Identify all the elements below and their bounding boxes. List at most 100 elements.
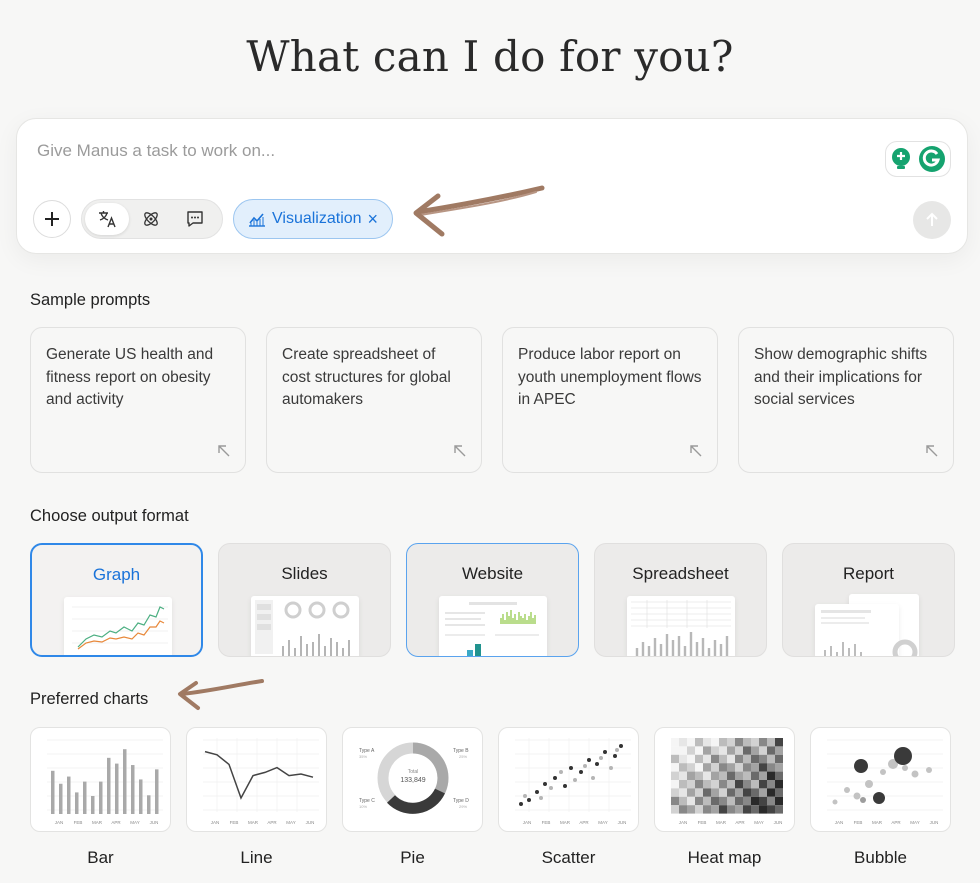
grammarly-icon[interactable] <box>918 145 946 173</box>
heatmap-cell <box>711 805 719 814</box>
pie-total-label: Total <box>408 769 419 775</box>
heatmap-cell <box>743 754 751 764</box>
prompt-text: Create spreadsheet of cost structures fo… <box>282 346 451 408</box>
heatmap-cell <box>695 780 703 789</box>
chart-option-scatter[interactable]: JAN FEB MAR APR MAY JUN Scatter <box>498 727 639 868</box>
chip-close-icon[interactable]: × <box>368 209 379 230</box>
heatmap-cell <box>735 771 743 780</box>
heatmap-cell <box>679 796 687 806</box>
heatmap-chart-preview[interactable]: JAN FEB MAR APR MAY JUN <box>654 727 795 832</box>
arrow-up-left-icon <box>926 445 938 457</box>
prompt-text: Produce labor report on youth unemployme… <box>518 346 702 408</box>
heatmap-cell <box>759 788 767 797</box>
bar-mark <box>107 757 111 814</box>
task-input[interactable]: Give Manus a task to work on... <box>37 141 275 161</box>
lightbulb-icon[interactable] <box>890 147 912 171</box>
prompt-text: Generate US health and fitness report on… <box>46 346 214 408</box>
heatmap-cell <box>759 796 767 806</box>
heatmap-cell <box>719 746 727 755</box>
chart-option-bar[interactable]: JAN FEB MAR APR MAY JUN Bar <box>30 727 171 868</box>
heatmap-cell <box>695 796 703 806</box>
heatmap-cell <box>703 754 711 764</box>
slides-thumbnail <box>251 596 359 656</box>
heatmap-cell <box>671 746 679 755</box>
bar-mark <box>123 749 127 814</box>
bar-chart-preview[interactable]: JAN FEB MAR APR MAY JUN <box>30 727 171 832</box>
format-website[interactable]: Website <box>406 543 579 657</box>
visualization-chip[interactable]: Visualization × <box>233 199 394 239</box>
heatmap-cells <box>671 738 783 814</box>
bar-mark <box>131 765 135 814</box>
heatmap-cell <box>687 754 695 764</box>
heatmap-cell <box>767 754 775 764</box>
heatmap-cell <box>751 763 759 772</box>
grammarly-widget[interactable] <box>885 141 951 177</box>
chart-option-heatmap[interactable]: JAN FEB MAR APR MAY JUN Heat map <box>654 727 795 868</box>
mode-chat-button[interactable] <box>173 203 217 235</box>
add-button[interactable] <box>33 200 71 238</box>
heatmap-cell <box>767 771 775 780</box>
pie-chart-preview[interactable]: Total 133,849 Type A 35% Type B 25% Type… <box>342 727 483 832</box>
heatmap-cell <box>711 754 719 764</box>
heatmap-cell <box>735 754 743 764</box>
format-graph[interactable]: Graph <box>30 543 203 657</box>
format-label: Spreadsheet <box>632 564 729 583</box>
heatmap-cell <box>775 788 783 797</box>
heatmap-cell <box>687 780 695 789</box>
heatmap-cell <box>743 738 751 747</box>
heatmap-cell <box>703 805 711 814</box>
heatmap-cell <box>695 771 703 780</box>
month-tick-label: MAR <box>716 820 727 825</box>
heatmap-cell <box>759 780 767 789</box>
chart-option-pie[interactable]: Total 133,849 Type A 35% Type B 25% Type… <box>342 727 483 868</box>
mode-translate-button[interactable] <box>85 203 129 235</box>
bar-month-labels: JAN FEB MAR APR MAY JUN <box>55 820 159 825</box>
mode-atom-button[interactable] <box>129 203 173 235</box>
month-tick-label: JUN <box>774 820 783 825</box>
format-label: Slides <box>281 564 328 583</box>
heatmap-cell <box>679 763 687 772</box>
heatmap-cell <box>735 805 743 814</box>
month-tick-label: JAN <box>55 820 64 825</box>
heatmap-cell <box>735 788 743 797</box>
heatmap-cell <box>711 738 719 747</box>
prompt-card[interactable]: Show demographic shifts and their implic… <box>738 327 954 473</box>
pie-segment-pct: 10% <box>359 804 367 809</box>
bar-mark <box>115 763 119 814</box>
line-chart-preview[interactable]: JAN FEB MAR APR MAY JUN <box>186 727 327 832</box>
heatmap-cell <box>775 738 783 747</box>
heatmap-cell <box>679 805 687 814</box>
heatmap-cell <box>727 738 735 747</box>
format-spreadsheet[interactable]: Spreadsheet <box>594 543 767 657</box>
month-tick-label: JAN <box>523 820 532 825</box>
arrow-up-left-icon <box>454 445 466 457</box>
bar-mark <box>155 769 159 814</box>
bar-mark <box>67 776 71 814</box>
heatmap-cell <box>751 805 759 814</box>
prompt-card[interactable]: Produce labor report on youth unemployme… <box>502 327 718 473</box>
heatmap-cell <box>735 763 743 772</box>
month-tick-label: MAR <box>248 820 259 825</box>
report-donut-icon <box>892 639 918 656</box>
format-report[interactable]: Report <box>782 543 955 657</box>
chart-option-line[interactable]: JAN FEB MAR APR MAY JUN Line <box>186 727 327 868</box>
format-slides[interactable]: Slides <box>218 543 391 657</box>
heatmap-cell <box>687 763 695 772</box>
heatmap-cell <box>743 763 751 772</box>
bubble-chart-preview[interactable]: JAN FEB MAR APR MAY JUN <box>810 727 951 832</box>
heatmap-cell <box>751 796 759 806</box>
scatter-chart-preview[interactable]: JAN FEB MAR APR MAY JUN <box>498 727 639 832</box>
bar-mark <box>91 796 95 814</box>
send-button[interactable] <box>913 201 951 239</box>
prompt-card[interactable]: Generate US health and fitness report on… <box>30 327 246 473</box>
heatmap-cell <box>743 805 751 814</box>
chart-option-bubble[interactable]: JAN FEB MAR APR MAY JUN Bubble <box>810 727 951 868</box>
heatmap-cell <box>703 771 711 780</box>
prompt-card[interactable]: Create spreadsheet of cost structures fo… <box>266 327 482 473</box>
chart-label: Bar <box>87 848 114 867</box>
heatmap-cell <box>775 763 783 772</box>
heatmap-cell <box>695 746 703 755</box>
annotation-arrow-icon <box>413 185 545 237</box>
heatmap-cell <box>719 763 727 772</box>
translate-icon <box>99 211 116 228</box>
